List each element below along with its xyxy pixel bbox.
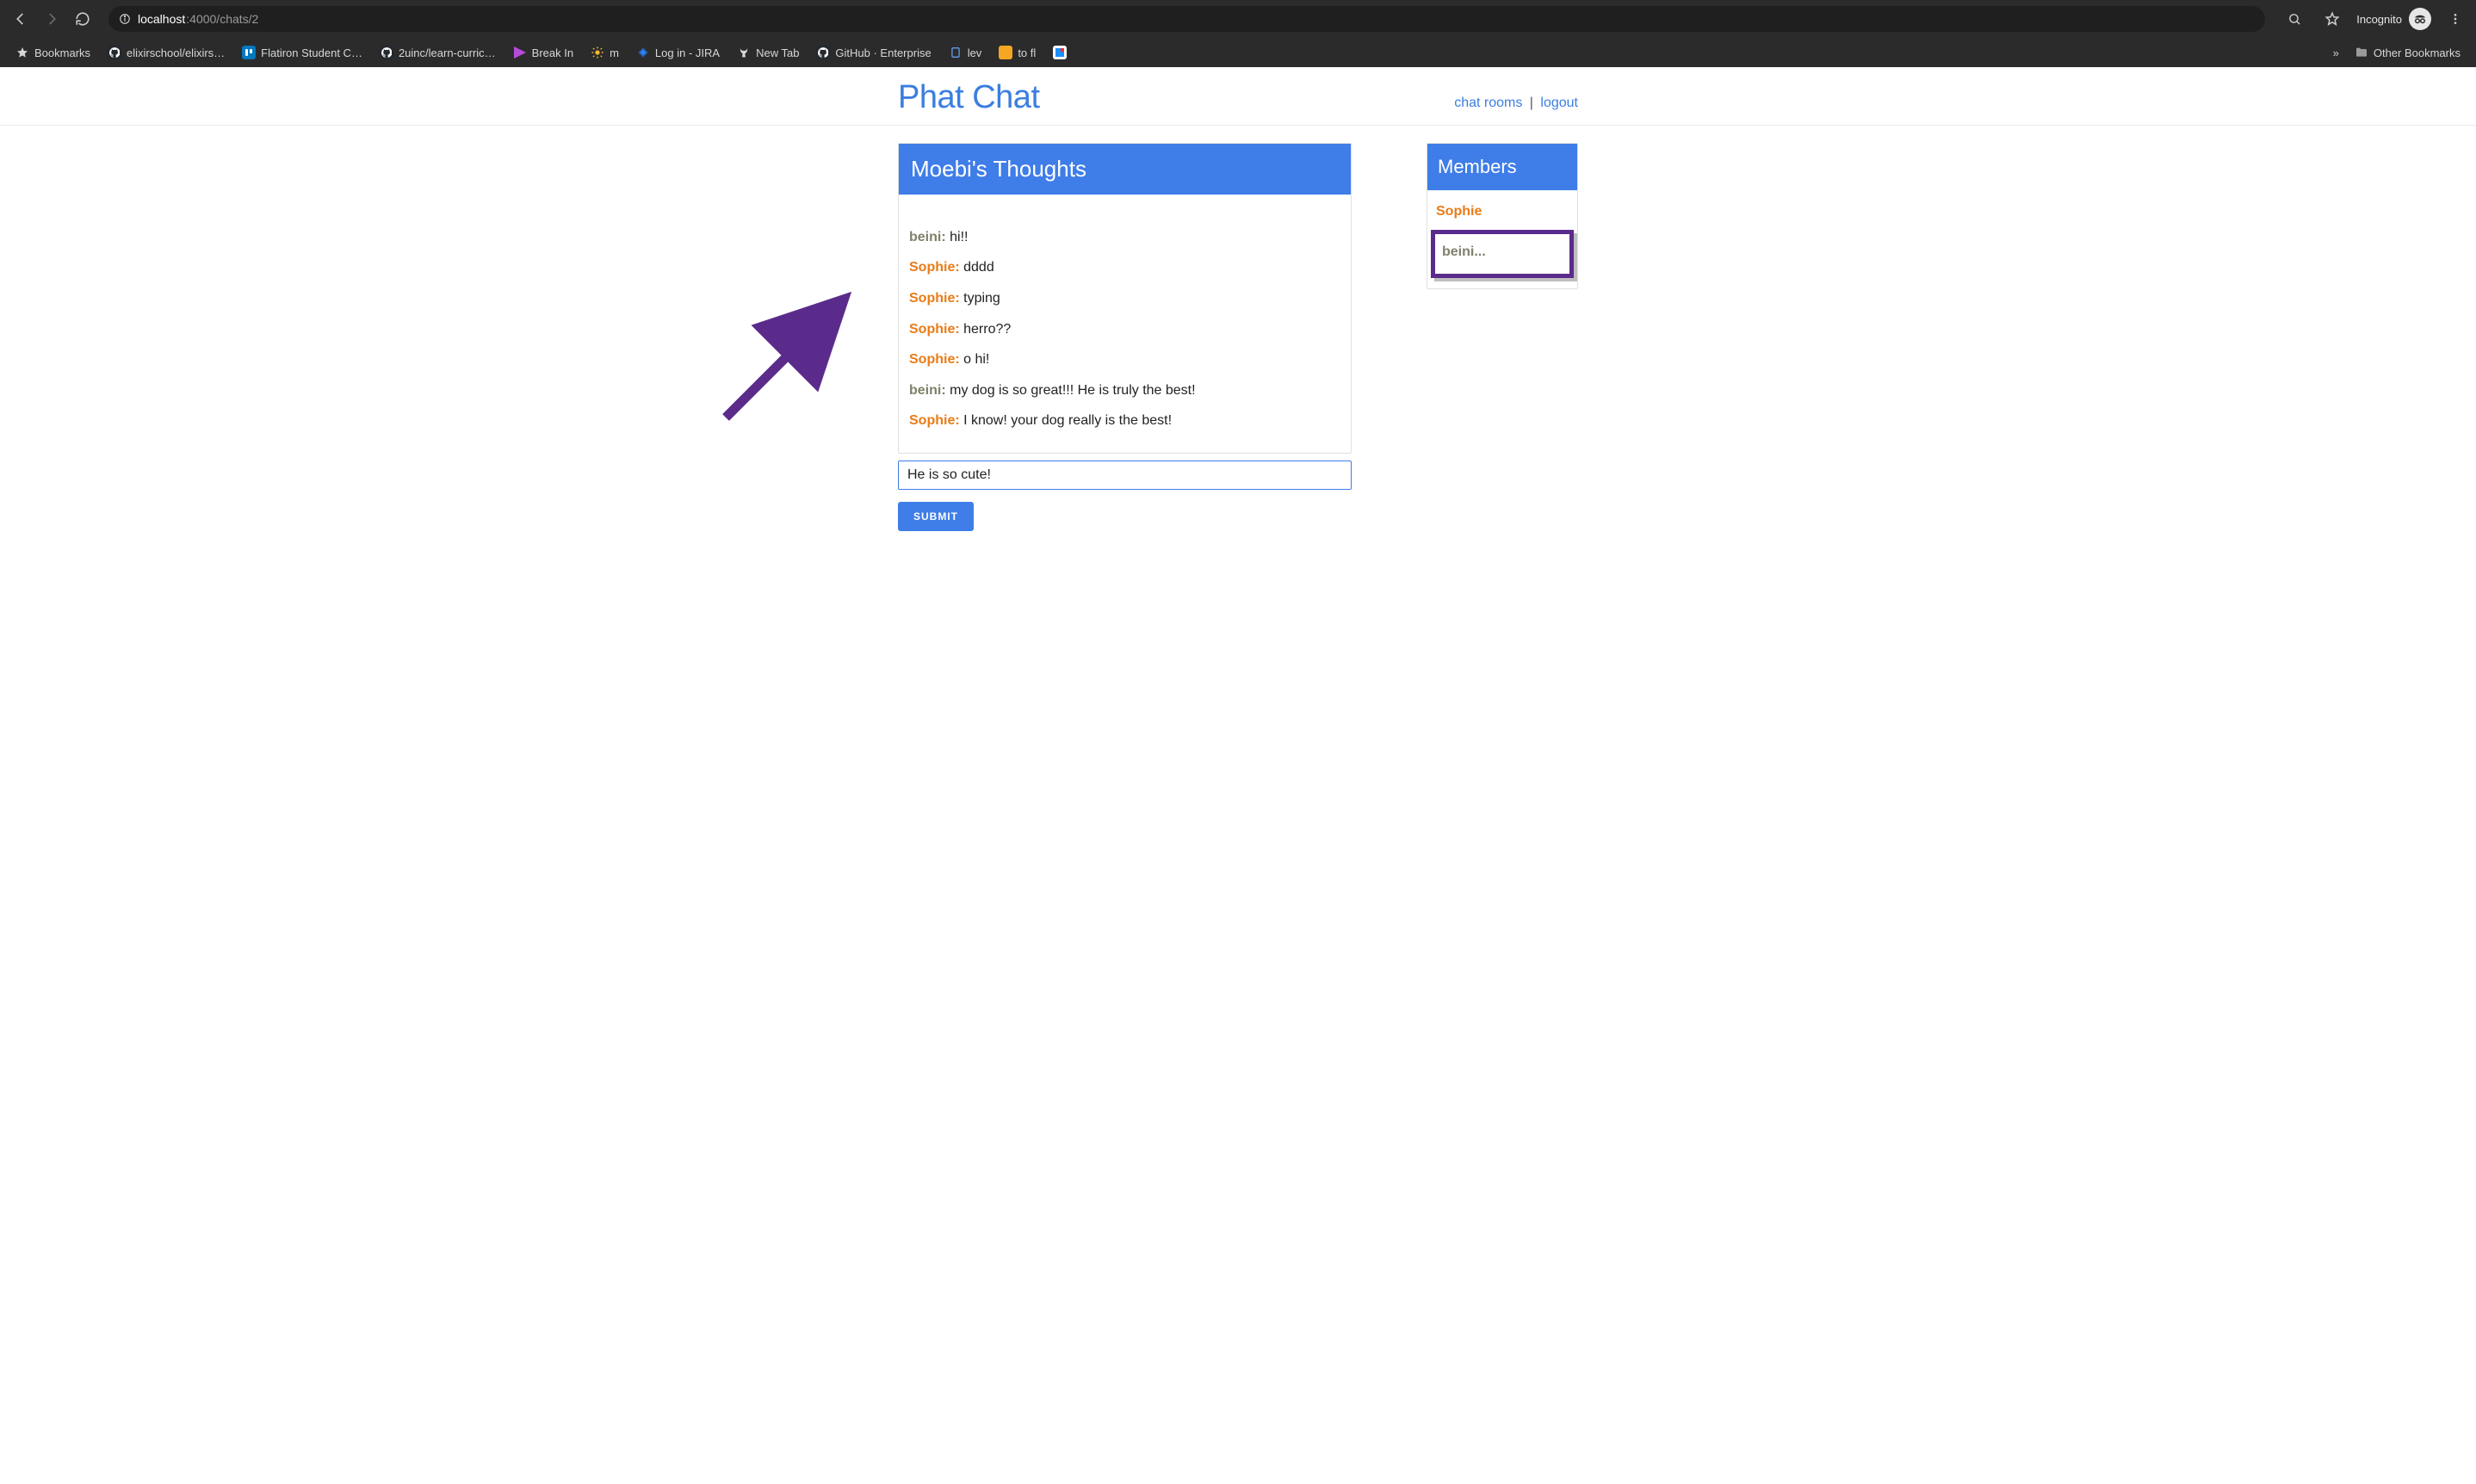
bookmarks-bar: Bookmarks elixirschool/elixirs… Flatiron S… [0, 38, 2476, 67]
message-text: my dog is so great!!! He is truly the be… [946, 383, 1196, 398]
bookmarks-menu[interactable]: Bookmarks [9, 42, 97, 63]
bookmark-item[interactable]: GitHub · Enterprise [809, 42, 938, 63]
message-text: herro?? [960, 322, 1012, 337]
annotation-arrow [713, 284, 859, 430]
forward-button[interactable] [38, 5, 65, 33]
member-item[interactable]: Sophie [1427, 195, 1577, 228]
message-text: typing [960, 291, 1000, 306]
incognito-label: Incognito [2356, 13, 2402, 26]
browser-toolbar: localhost :4000/chats/2 Incognito [0, 0, 2476, 38]
bookmark-item[interactable] [1046, 42, 1074, 63]
message-author: Sophie: [909, 291, 960, 306]
link-chat-rooms[interactable]: chat rooms [1454, 96, 1522, 110]
folder-icon [2355, 46, 2368, 59]
other-bookmarks[interactable]: Other Bookmarks [2348, 42, 2467, 63]
page-header: Phat Chat chat rooms | logout [0, 67, 2476, 126]
chat-message: Sophie: I know! your dog really is the b… [909, 411, 1340, 430]
message-text: I know! your dog really is the best! [960, 413, 1172, 428]
message-author: Sophie: [909, 260, 960, 275]
star-icon [15, 46, 29, 59]
bookmark-item[interactable]: to fl [992, 42, 1043, 63]
trello-icon [242, 46, 256, 59]
submit-button[interactable]: SUBMIT [898, 502, 974, 531]
bookmark-item[interactable]: Log in - JIRA [629, 42, 727, 63]
chat-panel-title: Moebi's Thoughts [899, 144, 1351, 195]
chat-message: beini: my dog is so great!!! He is truly… [909, 381, 1340, 400]
bookmark-item[interactable]: Break In [506, 42, 580, 63]
extension-icon [1053, 46, 1067, 59]
member-typing-indicator: beini... [1431, 230, 1574, 278]
newtab-icon [737, 46, 751, 59]
link-logout[interactable]: logout [1540, 96, 1578, 110]
site-info-icon[interactable] [119, 13, 131, 25]
members-panel: Members Sophie beini... [1427, 143, 1578, 289]
back-button[interactable] [7, 5, 34, 33]
url-path: :4000/chats/2 [186, 12, 258, 26]
bookmark-label: Log in - JIRA [655, 46, 720, 59]
members-column: Members Sophie beini... [1427, 143, 1578, 289]
doc-icon [949, 46, 963, 59]
chat-message-list[interactable]: beini: hi!!Sophie: ddddSophie: typingSop… [899, 195, 1351, 453]
bookmark-item[interactable]: Flatiron Student C… [235, 42, 369, 63]
bookmark-label: m [610, 46, 619, 59]
site-nav-links: chat rooms | logout [1454, 96, 1578, 116]
chat-message: Sophie: typing [909, 289, 1340, 308]
incognito-icon [2409, 8, 2431, 30]
play-icon [513, 46, 527, 59]
bookmark-label: lev [968, 46, 982, 59]
bookmark-item[interactable]: lev [942, 42, 989, 63]
chat-panel: Moebi's Thoughts beini: hi!! Sophie: dddd… [898, 143, 1352, 454]
bookmark-label: 2uinc/learn-curric… [399, 46, 496, 59]
page: Phat Chat chat rooms | logout Moebi's Th… [0, 67, 2476, 531]
message-text: dddd [960, 260, 994, 275]
bookmark-label: to fl [1018, 46, 1036, 59]
chat-column: Moebi's Thoughts beini: hi!! Sophie: dddd… [898, 143, 1352, 531]
bookmark-label: elixirschool/elixirs… [127, 46, 225, 59]
message-text: hi!! [946, 230, 969, 244]
member-name: beini... [1442, 244, 1486, 259]
jira-icon [636, 46, 650, 59]
github-icon [816, 46, 830, 59]
incognito-indicator: Incognito [2356, 8, 2431, 30]
other-bookmarks-label: Other Bookmarks [2374, 46, 2461, 59]
sun-icon [591, 46, 604, 59]
url-host: localhost [138, 12, 185, 26]
chat-message: Sophie: dddd [909, 258, 1340, 277]
message-author: Sophie: [909, 413, 960, 428]
reload-button[interactable] [69, 5, 96, 33]
address-bar[interactable]: localhost :4000/chats/2 [108, 6, 2265, 32]
browser-menu-icon[interactable] [2442, 5, 2469, 33]
bookmark-item[interactable]: elixirschool/elixirs… [101, 42, 232, 63]
site-title: Phat Chat [898, 79, 1040, 116]
bookmark-label: Break In [532, 46, 573, 59]
message-author: beini: [909, 383, 946, 398]
bookmark-item[interactable]: m [584, 42, 626, 63]
github-icon [108, 46, 121, 59]
link-separator: | [1526, 96, 1537, 110]
message-author: Sophie: [909, 322, 960, 337]
bookmark-item[interactable]: New Tab [730, 42, 806, 63]
message-author: Sophie: [909, 352, 960, 367]
message-input[interactable] [898, 461, 1352, 490]
browser-chrome: localhost :4000/chats/2 Incognito Bookma… [0, 0, 2476, 67]
members-panel-title: Members [1427, 144, 1577, 190]
message-text: o hi! [960, 352, 990, 367]
bookmark-star-icon[interactable] [2318, 5, 2346, 33]
content-wrap: Moebi's Thoughts beini: hi!! Sophie: dddd… [898, 143, 1578, 531]
bookmarks-overflow-icon[interactable]: » [2328, 46, 2344, 59]
chat-message: beini: hi!! [909, 228, 1340, 247]
compose-area: SUBMIT [898, 461, 1352, 531]
bookmark-label: Flatiron Student C… [261, 46, 362, 59]
message-author: beini: [909, 230, 946, 244]
members-list: Sophie beini... [1427, 190, 1577, 288]
bookmark-label: New Tab [756, 46, 799, 59]
bookmark-label: GitHub · Enterprise [835, 46, 931, 59]
chat-message: Sophie: herro?? [909, 320, 1340, 339]
chat-message: Sophie: o hi! [909, 350, 1340, 369]
bookmark-label: Bookmarks [34, 46, 90, 59]
zoom-icon[interactable] [2281, 5, 2308, 33]
github-icon [380, 46, 393, 59]
folder-icon [999, 46, 1012, 59]
bookmark-item[interactable]: 2uinc/learn-curric… [373, 42, 503, 63]
